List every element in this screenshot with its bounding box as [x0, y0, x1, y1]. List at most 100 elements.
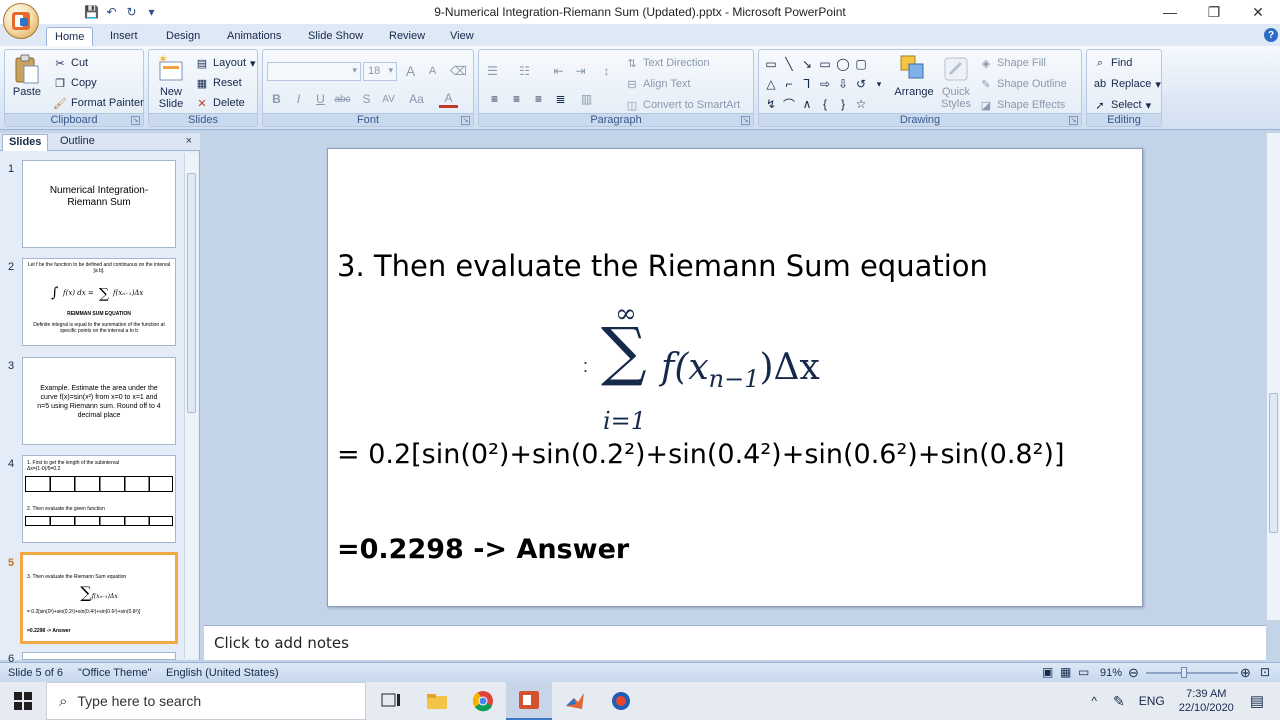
slide-thumbnail-1[interactable]: Numerical Integration- Riemann Sum	[22, 160, 176, 248]
layout-button[interactable]: ▤ Layout ▾	[195, 56, 256, 70]
chrome-icon[interactable]	[460, 682, 506, 720]
recorder-icon[interactable]	[598, 682, 644, 720]
connector-shape-icon[interactable]: ⅂	[799, 76, 815, 92]
align-center-icon[interactable]: ≡	[507, 90, 526, 108]
slide-answer[interactable]: =0.2298 -> Answer	[337, 534, 629, 565]
font-size-combo[interactable]: 18	[363, 62, 397, 81]
star-shape-icon[interactable]: ☆	[853, 96, 869, 112]
new-slide-button[interactable]: ✶ New Slide	[153, 54, 189, 110]
tab-design[interactable]: Design	[158, 27, 208, 46]
shape-effects-button[interactable]: ◪ Shape Effects	[979, 98, 1066, 112]
copy-button[interactable]: ❐ Copy	[53, 76, 97, 90]
format-painter-button[interactable]: 🖌 Format Painter	[53, 96, 144, 110]
tab-slide-show[interactable]: Slide Show	[300, 27, 371, 46]
bullets-icon[interactable]: ☰	[483, 62, 502, 80]
freeform-shape-icon[interactable]: ∧	[799, 96, 815, 112]
tab-slides[interactable]: Slides	[2, 134, 49, 151]
change-case-icon[interactable]: Aa	[407, 90, 426, 108]
rectangle-shape-icon[interactable]: ▭	[817, 56, 833, 72]
strikethrough-icon[interactable]: abc	[333, 90, 352, 108]
slide-thumbnail-2[interactable]: Let f be the function to be defined and …	[22, 258, 176, 346]
close-button[interactable]: ✕	[1236, 0, 1280, 24]
find-button[interactable]: ⌕ Find	[1093, 56, 1133, 70]
brace-left-shape-icon[interactable]: {	[817, 96, 833, 112]
line-shape-icon[interactable]: ╲	[781, 56, 797, 72]
notifications-icon[interactable]: ▤	[1250, 692, 1264, 710]
increase-indent-icon[interactable]: ⇥	[571, 62, 590, 80]
clock[interactable]: 7:39 AM 22/10/2020	[1179, 687, 1234, 715]
char-spacing-icon[interactable]: AV	[379, 90, 398, 108]
editor-scrollbar[interactable]	[1266, 133, 1280, 620]
slide-thumbnail-5[interactable]: 3. Then evaluate the Riemann Sum equatio…	[20, 552, 178, 644]
columns-icon[interactable]: ▥	[577, 90, 596, 108]
help-icon[interactable]: ?	[1264, 28, 1278, 42]
tab-view[interactable]: View	[442, 27, 482, 46]
slide-sorter-icon[interactable]: ▦	[1060, 665, 1071, 679]
reset-button[interactable]: ▦ Reset	[195, 76, 242, 90]
right-arrow-shape-icon[interactable]: ⇨	[817, 76, 833, 92]
line-spacing-icon[interactable]: ↕	[597, 62, 616, 80]
paste-button[interactable]: Paste	[9, 54, 45, 98]
maximize-button[interactable]: ❐	[1192, 0, 1236, 24]
slideshow-view-icon[interactable]: ▭	[1078, 665, 1089, 679]
brace-right-shape-icon[interactable]: }	[835, 96, 851, 112]
slides-pane-scrollbar[interactable]	[184, 153, 198, 658]
align-text-button[interactable]: ⊟ Align Text	[625, 77, 690, 91]
paragraph-launcher-icon[interactable]: ↘	[741, 116, 750, 125]
drawing-launcher-icon[interactable]: ↘	[1069, 116, 1078, 125]
zoom-slider-thumb[interactable]	[1181, 667, 1187, 678]
powerpoint-icon[interactable]	[506, 682, 552, 720]
task-view-icon[interactable]	[368, 682, 414, 720]
zoom-level[interactable]: 91%	[1100, 667, 1122, 679]
language-status[interactable]: English (United States)	[166, 667, 279, 679]
zoom-in-icon[interactable]: ⊕	[1240, 665, 1251, 681]
underline-icon[interactable]: U	[311, 90, 330, 108]
font-launcher-icon[interactable]: ↘	[461, 116, 470, 125]
zoom-out-icon[interactable]: ⊖	[1128, 665, 1139, 681]
textbox-shape-icon[interactable]: ▭	[763, 56, 779, 72]
taskbar-search[interactable]: ⌕ Type here to search	[46, 682, 366, 720]
slide-thumbnail-6[interactable]	[22, 652, 176, 660]
italic-icon[interactable]: I	[289, 90, 308, 108]
numbering-icon[interactable]: ☷	[515, 62, 534, 80]
tab-outline[interactable]: Outline	[54, 134, 101, 151]
decrease-indent-icon[interactable]: ⇤	[549, 62, 568, 80]
arrow-shape-icon[interactable]: ↘	[799, 56, 815, 72]
slide-heading[interactable]: 3. Then evaluate the Riemann Sum equatio…	[337, 249, 988, 283]
elbow-shape-icon[interactable]: ⌐	[781, 76, 797, 92]
pen-icon[interactable]: ✎	[1113, 693, 1125, 710]
clear-format-icon[interactable]: ⌫	[449, 62, 468, 80]
close-pane-icon[interactable]: ×	[186, 135, 192, 147]
slide-expression[interactable]: = 0.2[sin(0²)+sin(0.2²)+sin(0.4²)+sin(0.…	[337, 439, 1065, 470]
shrink-font-icon[interactable]: A	[423, 62, 442, 80]
text-direction-button[interactable]: ⇅ Text Direction	[625, 56, 709, 70]
shape-outline-button[interactable]: ✎ Shape Outline	[979, 77, 1066, 91]
convert-smartart-button[interactable]: ◫ Convert to SmartArt	[625, 98, 740, 112]
tab-review[interactable]: Review	[381, 27, 433, 46]
file-explorer-icon[interactable]	[414, 682, 460, 720]
align-left-icon[interactable]: ≡	[485, 90, 504, 108]
quick-styles-button[interactable]: Quick Styles	[937, 54, 975, 110]
matlab-icon[interactable]	[552, 682, 598, 720]
shape-fill-button[interactable]: ◈ Shape Fill	[979, 56, 1046, 70]
notes-pane[interactable]: Click to add notes	[204, 625, 1266, 660]
riemann-sum-equation[interactable]: : ∞ ∑ i=1 f(xn−1)Δx	[583, 299, 883, 439]
scrollbar-thumb[interactable]	[187, 173, 196, 413]
loop-shape-icon[interactable]: ↺	[853, 76, 869, 92]
office-button[interactable]	[3, 3, 39, 39]
clipboard-launcher-icon[interactable]: ↘	[131, 116, 140, 125]
slide-thumbnail-4[interactable]: 1. First to get the length of the subint…	[22, 455, 176, 543]
current-slide[interactable]: 3. Then evaluate the Riemann Sum equatio…	[327, 148, 1143, 607]
more-shapes-icon[interactable]: ▾	[871, 76, 887, 92]
font-color-icon[interactable]: A	[439, 90, 458, 108]
delete-button[interactable]: ✕ Delete	[195, 96, 244, 110]
tab-animations[interactable]: Animations	[219, 27, 289, 46]
scrollbar-thumb[interactable]	[1269, 393, 1278, 533]
justify-icon[interactable]: ≣	[551, 90, 570, 108]
align-right-icon[interactable]: ≡	[529, 90, 548, 108]
triangle-shape-icon[interactable]: △	[763, 76, 779, 92]
normal-view-icon[interactable]: ▣	[1042, 665, 1053, 679]
zoom-slider[interactable]	[1146, 672, 1238, 674]
minimize-button[interactable]: —	[1148, 0, 1192, 24]
arc-shape-icon[interactable]: ⌒	[781, 96, 797, 112]
